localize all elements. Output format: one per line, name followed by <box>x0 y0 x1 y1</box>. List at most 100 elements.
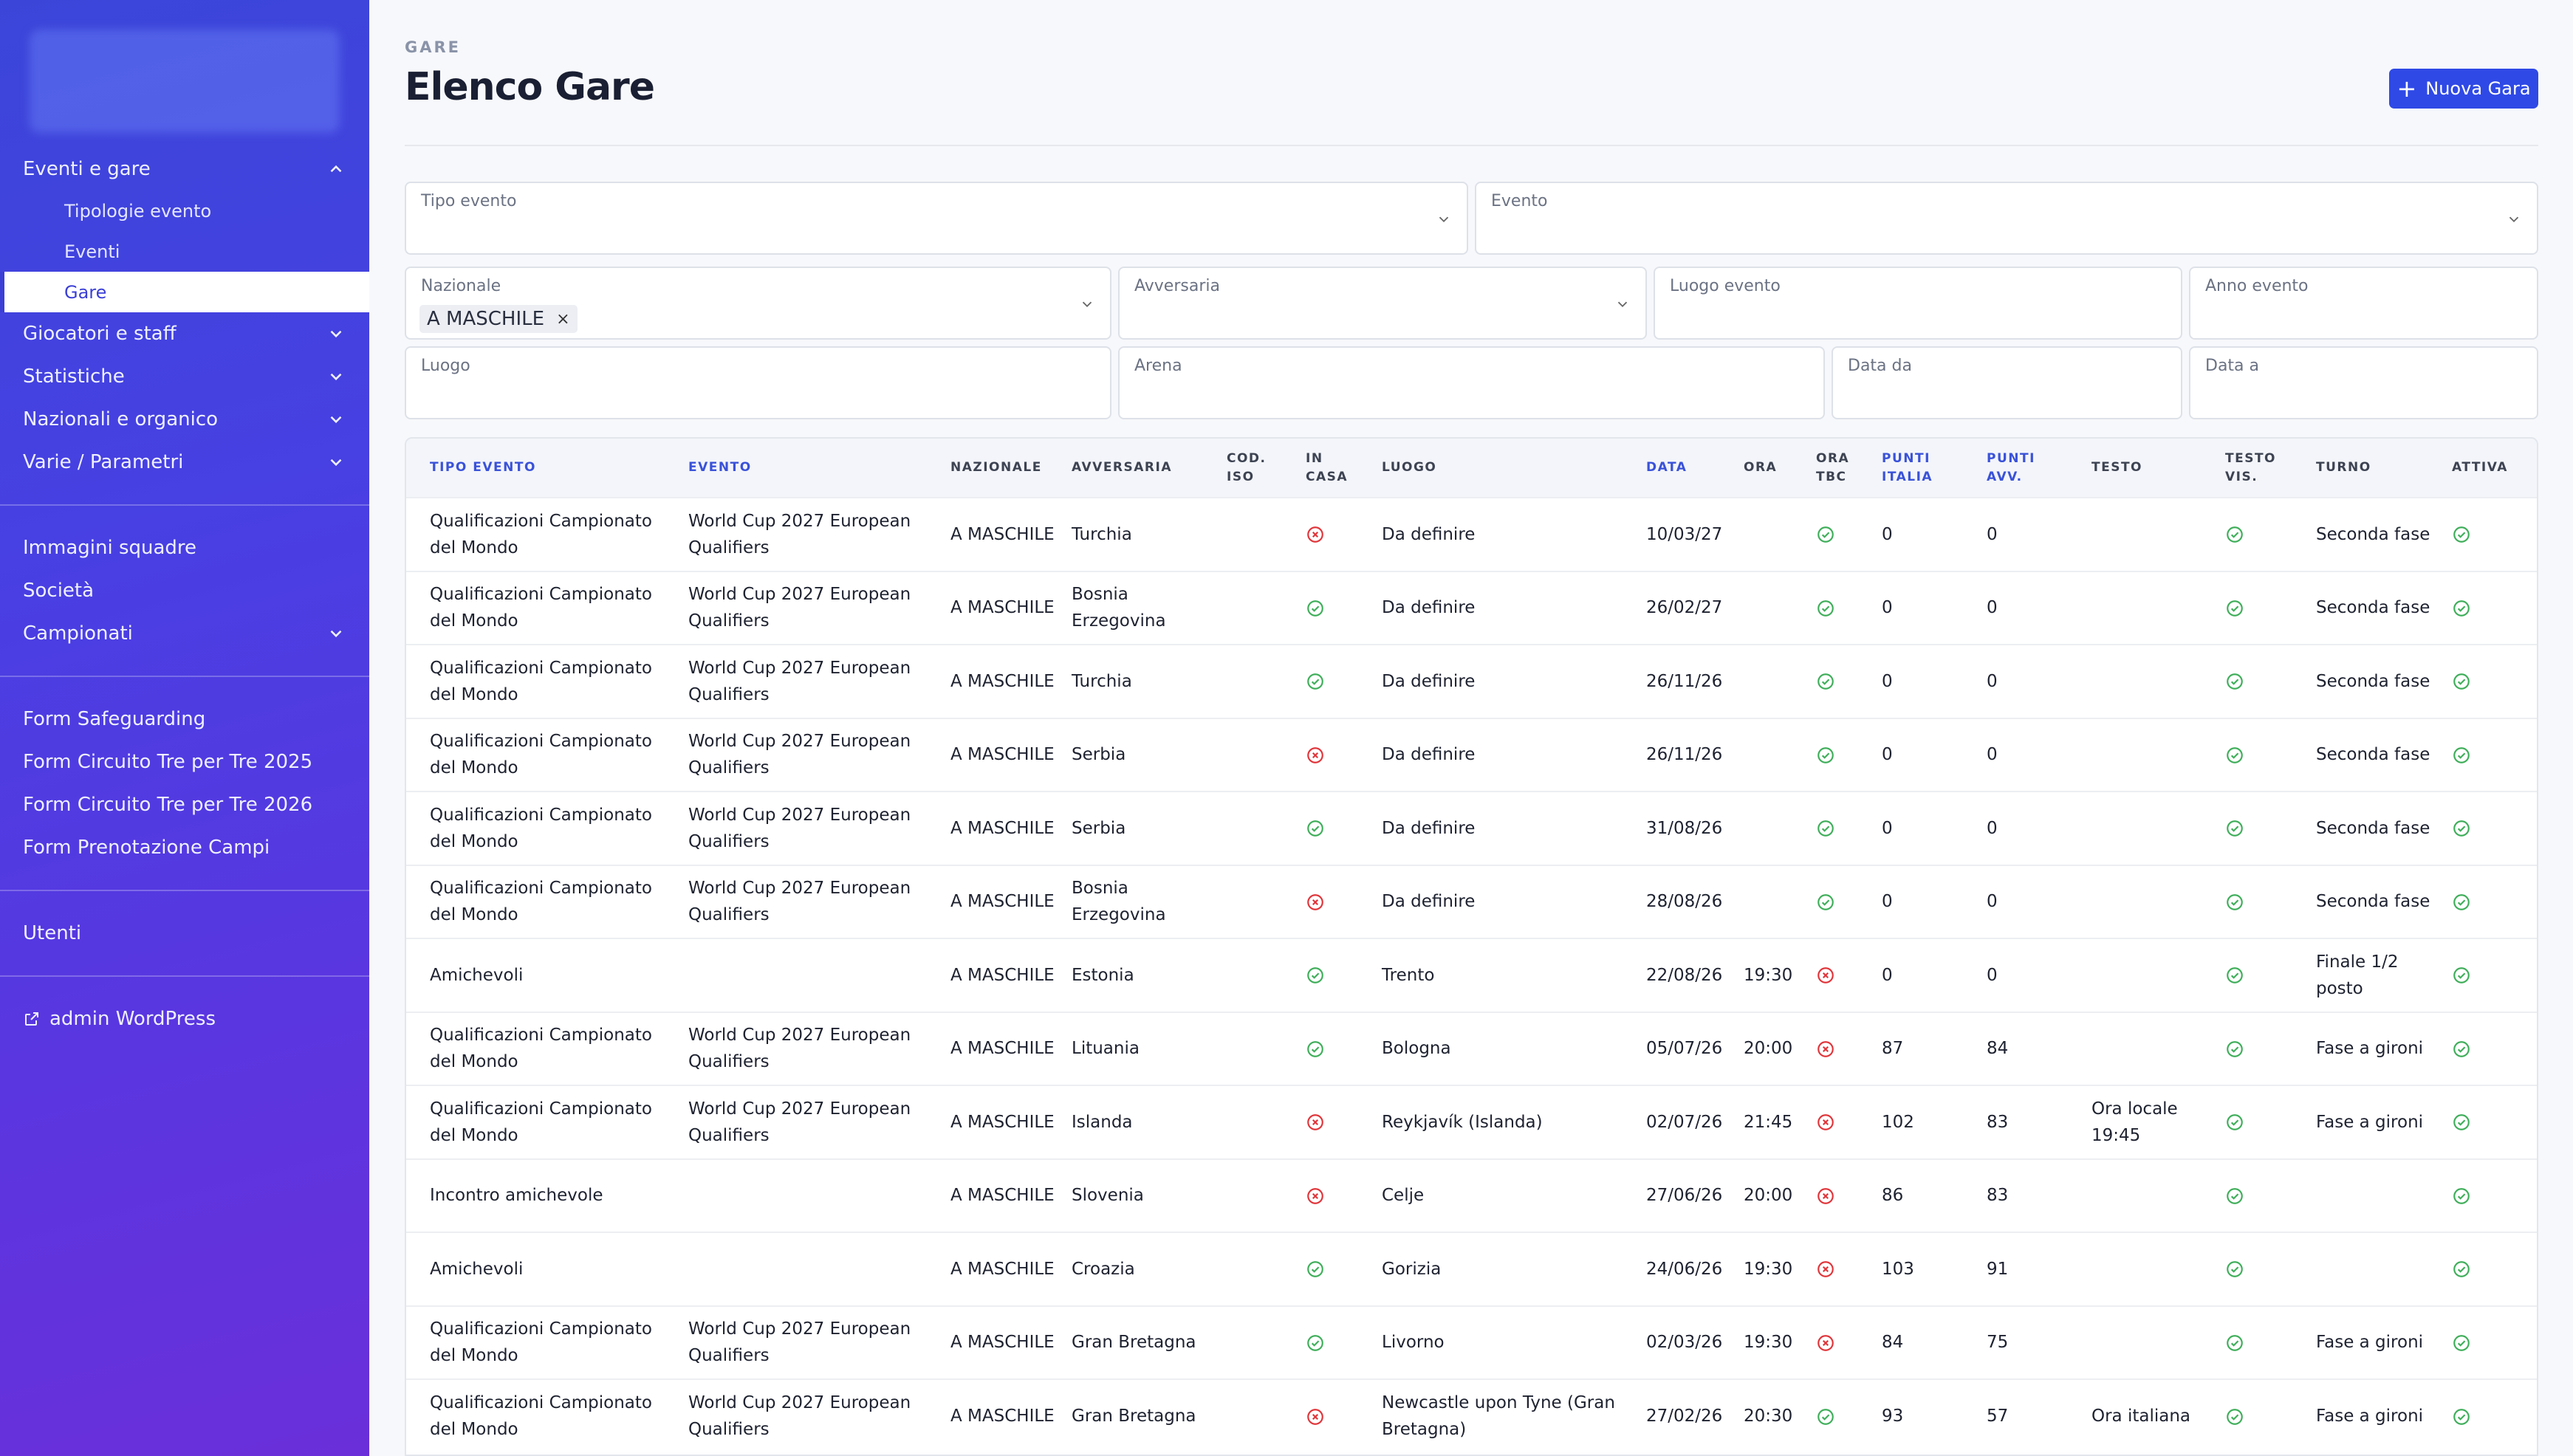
new-gara-button[interactable]: + Nuova Gara <box>2389 69 2538 109</box>
sidebar-item-form-prenotazione-campi[interactable]: Form Prenotazione Campi <box>0 826 369 869</box>
cell-in-casa <box>1298 1379 1374 1453</box>
check-circle-icon <box>2225 1333 2244 1353</box>
cell-testo-vis <box>2218 1379 2309 1453</box>
table-row[interactable]: Amichevoli A MASCHILE Estonia Trento 22/08/2… <box>406 938 2537 1012</box>
table-row[interactable]: Qualificazioni Campionato del Mondo World… <box>406 571 2537 645</box>
col-punti-italia[interactable]: PUNTI ITALIA <box>1874 439 1979 498</box>
divider <box>0 676 369 677</box>
sidebar-group-campionati[interactable]: Campionati <box>0 612 369 655</box>
cell-cod-iso <box>1219 498 1298 571</box>
col-evento[interactable]: EVENTO <box>681 439 943 498</box>
header-label: AVVERSARIA <box>1072 460 1172 475</box>
filter-avversaria[interactable]: Avversaria <box>1118 267 1647 340</box>
cell-avversaria: Gran Bretagna <box>1072 1407 1196 1426</box>
sidebar-item-form-safeguarding[interactable]: Form Safeguarding <box>0 698 369 741</box>
cell-ora: 20:30 <box>1744 1407 1793 1426</box>
col-attiva: ATTIVA <box>2444 439 2537 498</box>
table-row[interactable]: Qualificazioni Campionato del Mondo World… <box>406 1012 2537 1086</box>
filter-nazionale[interactable]: Nazionale A MASCHILE × <box>405 267 1111 340</box>
cell-punti-avv: 57 <box>1987 1407 2009 1426</box>
table-row[interactable]: Qualificazioni Campionato del Mondo World… <box>406 791 2537 865</box>
sidebar-item-form-circuito-tre-per-tre-2026[interactable]: Form Circuito Tre per Tre 2026 <box>0 783 369 826</box>
chevron-down-icon <box>1614 296 1631 312</box>
check-circle-icon <box>2225 599 2244 618</box>
chevron-down-icon <box>326 624 346 643</box>
table-row[interactable]: Qualificazioni Campionato del Mondo World… <box>406 1379 2537 1453</box>
cell-in-casa <box>1298 791 1374 865</box>
cell-punti-italia: 0 <box>1882 892 1893 912</box>
cell-punti-italia: 0 <box>1882 524 1893 544</box>
cell-testo-vis <box>2218 1306 2309 1380</box>
filter-label: Luogo <box>421 357 470 375</box>
cell-avversaria: Slovenia <box>1072 1186 1144 1206</box>
filter-data-da[interactable]: Data da <box>1832 346 2182 419</box>
remove-chip-icon[interactable]: × <box>556 310 569 329</box>
sidebar-item-admin-wordpress[interactable]: admin WordPress <box>0 997 369 1040</box>
cell-punti-avv: 0 <box>1987 965 1998 985</box>
col-punti-avv[interactable]: PUNTI AVV. <box>1979 439 2084 498</box>
check-circle-icon <box>2225 672 2244 691</box>
sidebar-group-varie-parametri[interactable]: Varie / Parametri <box>0 441 369 484</box>
cell-evento: World Cup 2027 European Qualifiers <box>688 1026 911 1072</box>
cell-in-casa <box>1298 1232 1374 1306</box>
cell-testo <box>2084 1306 2218 1380</box>
cell-avversaria: Serbia <box>1072 818 1126 838</box>
x-circle-icon <box>1816 1040 1835 1059</box>
cell-ora: 20:00 <box>1744 1039 1793 1059</box>
cell-data: 05/07/26 <box>1646 1039 1723 1059</box>
check-circle-icon <box>2452 1333 2471 1353</box>
header-label: TESTO <box>2091 460 2143 475</box>
filter-anno-evento[interactable]: Anno evento <box>2189 267 2538 340</box>
check-circle-icon <box>2225 966 2244 985</box>
cell-turno: Fase a gironi <box>2316 1112 2424 1132</box>
chevron-down-icon <box>326 324 346 343</box>
sidebar-item-tipologie-evento[interactable]: Tipologie evento <box>0 190 369 231</box>
filter-tipo-evento[interactable]: Tipo evento <box>405 182 1468 255</box>
cell-nazionale: A MASCHILE <box>950 965 1055 985</box>
cell-testo <box>2084 498 2218 571</box>
col-data[interactable]: DATA <box>1639 439 1736 498</box>
filter-luogo-evento[interactable]: Luogo evento <box>1654 267 2182 340</box>
cell-testo <box>2084 791 2218 865</box>
sidebar-item-form-circuito-tre-per-tre-2025[interactable]: Form Circuito Tre per Tre 2025 <box>0 741 369 783</box>
table-row[interactable]: Qualificazioni Campionato del Mondo World… <box>406 865 2537 939</box>
sidebar-group-eventi-e-gare[interactable]: Eventi e gare <box>0 148 369 190</box>
header-label: COD. <box>1227 450 1267 466</box>
sidebar-item-label: admin WordPress <box>49 1008 216 1030</box>
table-row[interactable]: Qualificazioni Campionato del Mondo World… <box>406 645 2537 718</box>
table-row[interactable]: Qualificazioni Campionato del Mondo World… <box>406 1085 2537 1159</box>
table-row[interactable]: Qualificazioni Campionato del Mondo World… <box>406 1305 2537 1380</box>
sidebar-item-societ-[interactable]: Società <box>0 569 369 612</box>
header-label: LUOGO <box>1382 460 1437 475</box>
cell-turno <box>2309 1232 2444 1306</box>
sidebar-group-statistiche[interactable]: Statistiche <box>0 355 369 398</box>
filter-luogo[interactable]: Luogo <box>405 346 1111 419</box>
filter-arena[interactable]: Arena <box>1118 346 1825 419</box>
sidebar-group-giocatori-e-staff[interactable]: Giocatori e staff <box>0 312 369 355</box>
cell-testo-vis <box>2218 718 2309 792</box>
sidebar-nav: Eventi e gare Tipologie evento Eventi Gare G… <box>0 148 369 1040</box>
table-row[interactable]: Amichevoli A MASCHILE Croazia Gorizia 24/06/… <box>406 1232 2537 1306</box>
table-row[interactable]: Qualificazioni Campionato del Mondo World… <box>406 718 2537 792</box>
table-row[interactable]: Qualificazioni Campionato del Mondo World… <box>406 498 2537 571</box>
col-ora-tbc: ORA TBC <box>1809 439 1874 498</box>
sidebar-item-immagini-squadre[interactable]: Immagini squadre <box>0 526 369 569</box>
table-row[interactable]: Incontro amichevole A MASCHILE Slovenia Cel… <box>406 1158 2537 1233</box>
cell-turno: Finale 1/2 posto <box>2316 952 2399 998</box>
chevron-down-icon <box>2506 211 2522 227</box>
x-circle-icon <box>1306 1187 1325 1206</box>
filter-evento[interactable]: Evento <box>1475 182 2538 255</box>
check-circle-icon <box>1306 672 1325 691</box>
cell-avversaria: Croazia <box>1072 1259 1135 1279</box>
chevron-down-icon <box>326 453 346 472</box>
sidebar-item-utenti[interactable]: Utenti <box>0 912 369 955</box>
cell-punti-avv: 0 <box>1987 892 1998 912</box>
col-tipo-evento[interactable]: TIPO EVENTO <box>406 439 681 498</box>
sidebar-item-eventi[interactable]: Eventi <box>0 231 369 272</box>
header-label: ISO <box>1227 469 1255 484</box>
filter-data-a[interactable]: Data a <box>2189 346 2538 419</box>
sidebar-item-gare[interactable]: Gare <box>0 272 369 312</box>
check-circle-icon <box>1306 1260 1325 1279</box>
cell-in-casa <box>1298 571 1374 645</box>
sidebar-group-nazionali-e-organico[interactable]: Nazionali e organico <box>0 398 369 441</box>
